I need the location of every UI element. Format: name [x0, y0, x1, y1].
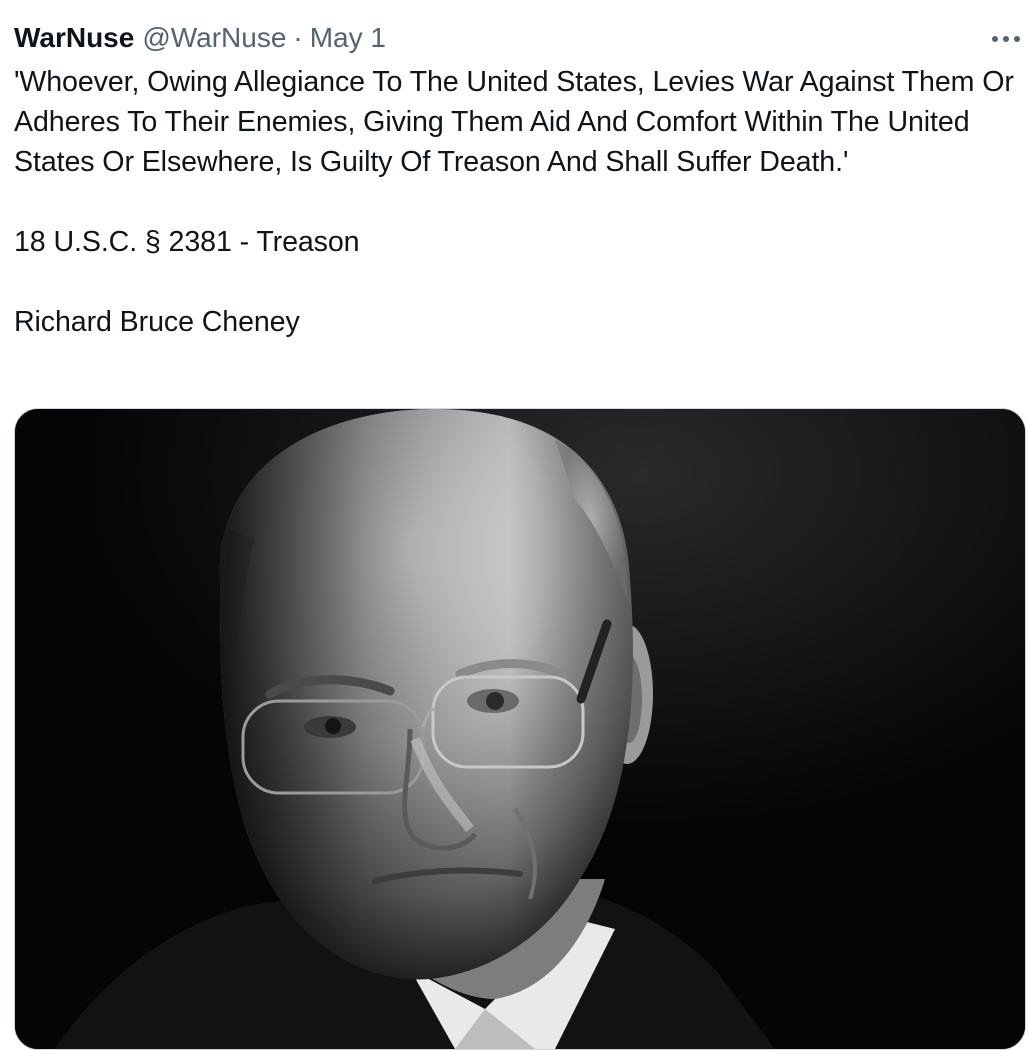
more-options-button[interactable]	[988, 22, 1024, 56]
tweet-text: 'Whoever, Owing Allegiance To The United…	[14, 62, 1019, 342]
portrait-photo	[15, 409, 1025, 1049]
tweet-header: WarNuse @WarNuse · May 1	[14, 20, 386, 56]
tweet-card: WarNuse @WarNuse · May 1 'Whoever, Owing…	[0, 0, 1028, 1050]
tweet-media-photo[interactable]	[14, 408, 1026, 1050]
tweet-citation: 18 U.S.C. § 2381 - Treason	[14, 226, 360, 258]
tweet-quote: 'Whoever, Owing Allegiance To The United…	[14, 66, 1014, 178]
more-horizontal-icon	[992, 36, 1020, 42]
author-display-name[interactable]: WarNuse	[14, 20, 134, 56]
author-handle[interactable]: @WarNuse	[142, 20, 286, 56]
tweet-subject-name: Richard Bruce Cheney	[14, 306, 300, 338]
header-separator: ·	[293, 22, 303, 53]
tweet-timestamp[interactable]: May 1	[310, 20, 386, 56]
